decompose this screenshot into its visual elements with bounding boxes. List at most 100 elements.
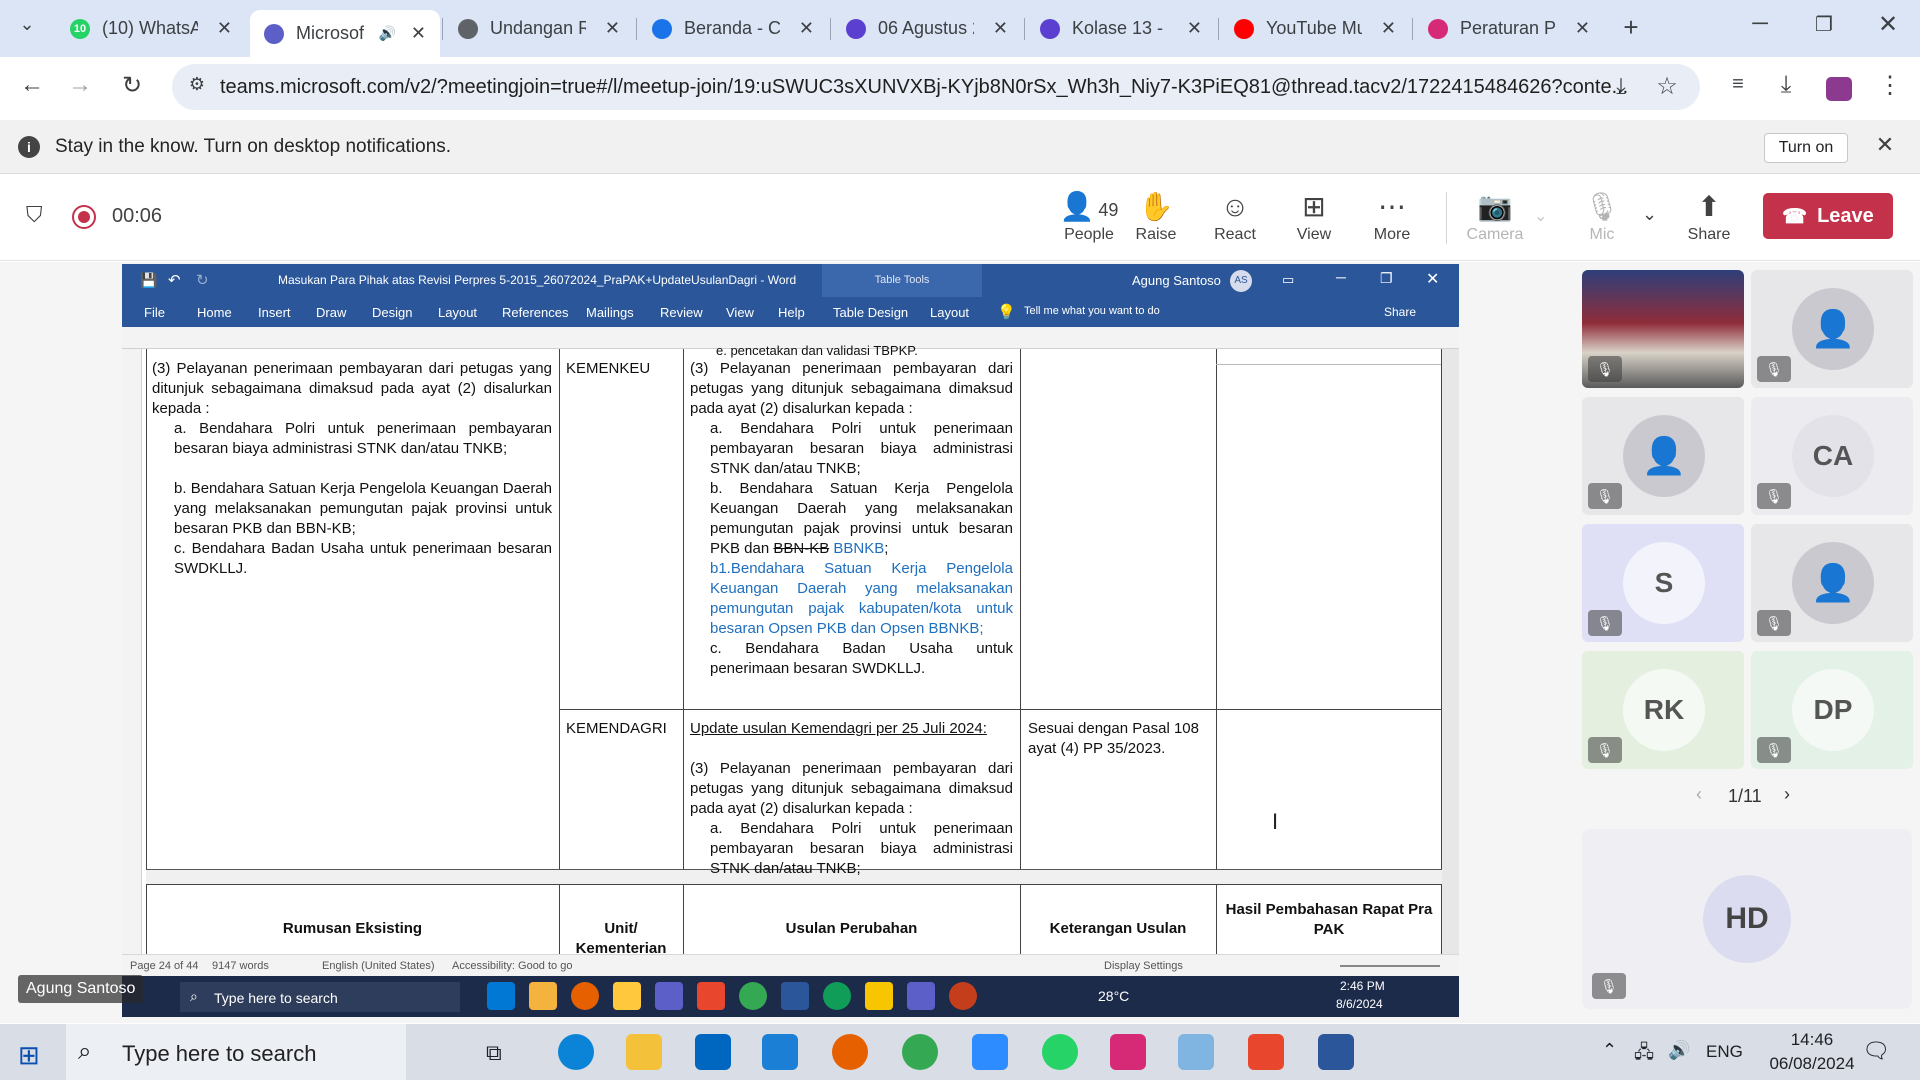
existing-item: a. Bendahara Polri untuk penerimaan pemb…	[174, 420, 552, 457]
page-count: Page 24 of 44	[130, 960, 199, 972]
word-icon[interactable]	[1318, 1034, 1354, 1070]
notifications-icon[interactable]: 🗨	[1862, 1038, 1890, 1064]
word-ribbon-tabs: File Home Insert Draw Design Layout Refe…	[122, 297, 1459, 327]
word-minimize-icon: ─	[1336, 269, 1346, 285]
mail-icon[interactable]	[762, 1034, 798, 1070]
bookmark-star-icon[interactable]: ☆	[1652, 72, 1682, 101]
next-page-icon[interactable]: ›	[1784, 784, 1790, 805]
close-tab-icon[interactable]: ✕	[411, 23, 426, 44]
share-button[interactable]: ⬆ Share	[1674, 188, 1744, 244]
mic-off-icon: 🎙	[1584, 191, 1620, 222]
downloads-icon[interactable]: ⤓	[1768, 71, 1804, 99]
browser-tab[interactable]: 10 (10) WhatsA ✕	[56, 10, 246, 47]
participant-tile[interactable]: CA 🎙	[1751, 397, 1913, 515]
self-avatar: HD	[1703, 875, 1791, 963]
header-cell: Unit/ Kementerian	[575, 920, 667, 957]
browser-tab[interactable]: Microsof ✕ 🔊	[250, 10, 440, 57]
notepad-icon[interactable]	[1178, 1034, 1214, 1070]
view-button[interactable]: ⊞ View	[1279, 188, 1349, 244]
dismiss-notification-icon[interactable]: ✕	[1870, 132, 1900, 158]
existing-item: b. Bendahara Satuan Kerja Pengelola Keua…	[174, 480, 552, 537]
back-icon[interactable]: ←	[14, 71, 50, 99]
camera-chevron-icon[interactable]: ⌄	[1534, 206, 1547, 226]
clock-time[interactable]: 14:46	[1772, 1030, 1852, 1050]
notification-text: Stay in the know. Turn on desktop notifi…	[55, 136, 452, 157]
browser-menu-icon[interactable]: ⋮	[1872, 71, 1908, 100]
taskbar-search-box[interactable]: ⌕ Type here to search	[66, 1024, 406, 1080]
leave-button[interactable]: ☎ Leave	[1763, 193, 1893, 239]
browser-tab[interactable]: Peraturan Pe ✕	[1414, 10, 1604, 47]
mic-muted-icon: 🎙	[1757, 737, 1791, 763]
close-tab-icon[interactable]: ✕	[993, 18, 1008, 39]
participant-tile[interactable]: DP 🎙	[1751, 651, 1913, 769]
react-button[interactable]: ☺ React	[1200, 188, 1270, 244]
site-info-icon[interactable]: ⚙	[184, 74, 210, 95]
more-button[interactable]: ⋯ More	[1357, 188, 1427, 244]
browser-tab[interactable]: YouTube Mu ✕	[1220, 10, 1410, 47]
extension-icon[interactable]	[1826, 77, 1852, 101]
close-tab-icon[interactable]: ✕	[799, 18, 814, 39]
tray-chevron-icon[interactable]: ⌃	[1602, 1040, 1617, 1061]
install-app-icon[interactable]: ⤓	[1606, 73, 1636, 99]
mic-muted-icon: 🎙	[1588, 356, 1622, 382]
browser-tab[interactable]: Beranda - Ca ✕	[638, 10, 828, 47]
browser-tab[interactable]: 06 Agustus 2 ✕	[832, 10, 1022, 47]
table-tools-label: Table Tools	[822, 264, 982, 297]
close-tab-icon[interactable]: ✕	[217, 18, 232, 39]
camera-button[interactable]: 📷 Camera	[1460, 188, 1530, 244]
close-tab-icon[interactable]: ✕	[1575, 18, 1590, 39]
shared-taskbar-apps	[487, 982, 1047, 1012]
new-tab-icon[interactable]: +	[1616, 12, 1646, 43]
camera-off-icon: 📷	[1477, 191, 1513, 222]
windows-start-icon[interactable]: ⊞	[18, 1040, 40, 1071]
participant-tile[interactable]: RK 🎙	[1582, 651, 1744, 769]
participant-tile[interactable]: 👤 🎙	[1582, 397, 1744, 515]
participant-tile[interactable]: 👤 🎙	[1751, 524, 1913, 642]
tab-favicon-icon: 10	[70, 18, 90, 39]
close-tab-icon[interactable]: ✕	[1381, 18, 1396, 39]
store-icon[interactable]	[695, 1034, 731, 1070]
document-page: (3) Pelayanan penerimaan pembayaran dari…	[146, 343, 1459, 959]
tab-audio-icon[interactable]: 🔊	[379, 25, 396, 42]
shield-icon[interactable]: ⛉	[26, 202, 43, 228]
zoom-icon[interactable]	[972, 1034, 1008, 1070]
clock-date[interactable]: 06/08/2024	[1764, 1054, 1860, 1074]
close-tab-icon[interactable]: ✕	[1187, 18, 1202, 39]
self-view-tile: HD 🎙	[1582, 829, 1912, 1009]
address-bar[interactable]: ⚙ teams.microsoft.com/v2/?meetingjoin=tr…	[172, 64, 1700, 110]
participant-tile[interactable]: 👤 🎙	[1751, 270, 1913, 388]
raise-hand-button[interactable]: ✋ Raise	[1121, 188, 1191, 244]
volume-icon[interactable]: 🔊	[1668, 1040, 1690, 1061]
instagram-icon[interactable]	[1110, 1034, 1146, 1070]
participant-tile[interactable]: S 🎙	[1582, 524, 1744, 642]
network-icon[interactable]: 🖧	[1634, 1040, 1654, 1070]
file-explorer-icon[interactable]	[626, 1034, 662, 1070]
browser-tab[interactable]: Kolase 13 - I ✕	[1026, 10, 1216, 47]
whatsapp-icon[interactable]	[1042, 1034, 1078, 1070]
pdf-reader-icon[interactable]	[1248, 1034, 1284, 1070]
turn-on-button[interactable]: Turn on	[1764, 133, 1848, 163]
task-view-icon[interactable]: ⧉	[486, 1040, 502, 1066]
tab-search-icon[interactable]: ⌄	[10, 14, 44, 35]
forward-icon[interactable]: →	[62, 71, 98, 99]
mic-button[interactable]: 🎙 Mic	[1567, 188, 1637, 244]
participant-video-tile[interactable]: 🎙	[1582, 270, 1744, 388]
minimize-icon[interactable]: ─	[1740, 10, 1780, 36]
word-restore-icon: ❐	[1380, 270, 1393, 286]
person-placeholder-icon: 👤	[1792, 542, 1874, 624]
language-indicator[interactable]: ENG	[1706, 1042, 1743, 1062]
edge-icon[interactable]	[558, 1034, 594, 1070]
reload-icon[interactable]: ↻	[114, 71, 150, 100]
chrome-icon[interactable]	[902, 1034, 938, 1070]
restore-icon[interactable]: ❐	[1804, 12, 1844, 37]
media-control-icon[interactable]: ≡	[1720, 73, 1756, 96]
close-tab-icon[interactable]: ✕	[605, 18, 620, 39]
ribbon-tab: Review	[660, 305, 703, 320]
firefox-icon[interactable]	[832, 1034, 868, 1070]
prev-page-icon[interactable]: ‹	[1696, 784, 1702, 805]
browser-tab[interactable]: Undangan R ✕	[444, 10, 634, 47]
close-window-icon[interactable]: ✕	[1868, 10, 1908, 39]
mic-chevron-icon[interactable]: ⌄	[1642, 204, 1657, 225]
tab-title: Peraturan Pe	[1460, 18, 1556, 38]
existing-item: c. Bendahara Badan Usaha untuk penerimaa…	[174, 540, 552, 577]
